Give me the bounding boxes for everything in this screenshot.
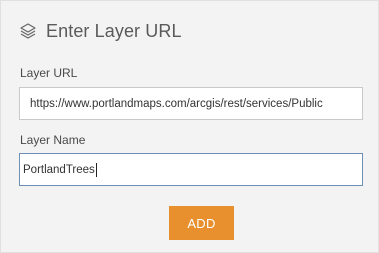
layer-url-value: https://www.portlandmaps.com/arcgis/rest… xyxy=(30,97,323,110)
layer-name-input[interactable]: PortlandTrees xyxy=(19,153,363,186)
text-caret xyxy=(95,162,97,177)
layer-name-label: Layer Name xyxy=(20,133,86,147)
layers-icon xyxy=(18,21,38,41)
enter-layer-url-panel: Enter Layer URL Layer URL https://www.po… xyxy=(0,0,379,253)
layer-url-label: Layer URL xyxy=(20,66,78,80)
layer-name-value: PortlandTrees xyxy=(23,163,95,176)
panel-header: Enter Layer URL xyxy=(18,18,182,44)
panel-title: Enter Layer URL xyxy=(46,20,182,41)
add-button[interactable]: ADD xyxy=(169,206,234,240)
layer-url-input[interactable]: https://www.portlandmaps.com/arcgis/rest… xyxy=(19,87,363,120)
